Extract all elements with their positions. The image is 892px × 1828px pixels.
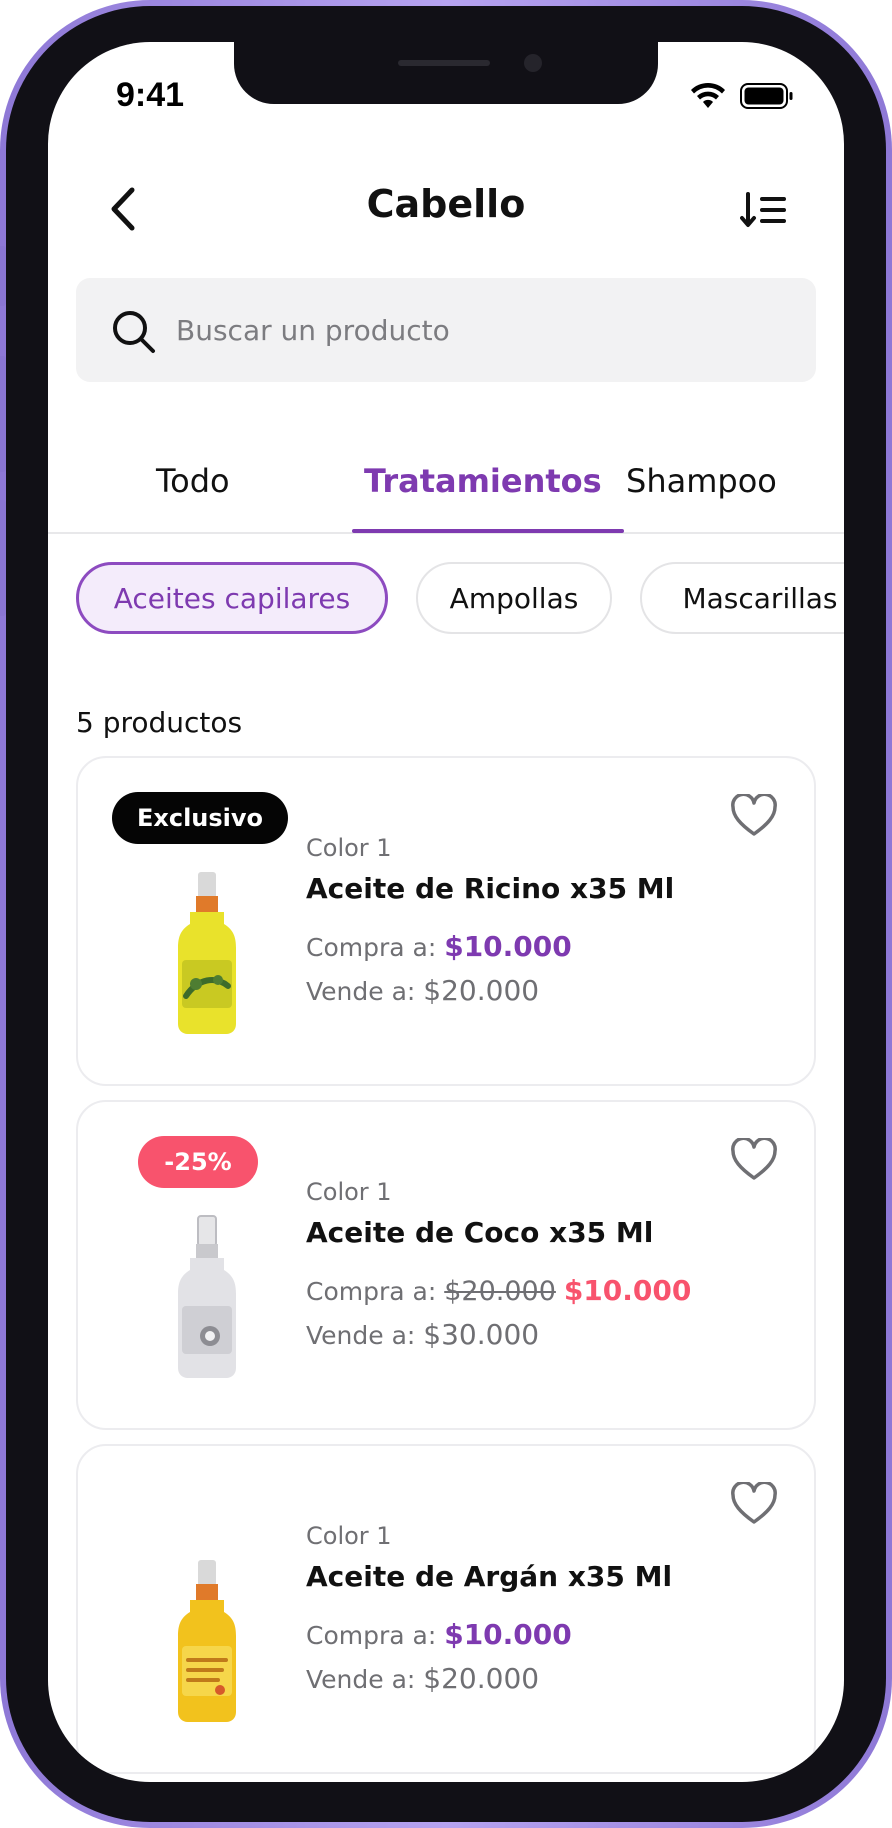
chip-ampollas[interactable]: Ampollas bbox=[416, 562, 612, 634]
battery-icon bbox=[740, 83, 793, 109]
sort-list-icon[interactable] bbox=[740, 190, 788, 230]
speaker-grille bbox=[398, 60, 490, 66]
chip-aceites-capilares[interactable]: Aceites capilares bbox=[76, 562, 388, 634]
product-image-argan bbox=[178, 1560, 236, 1722]
page-title: Cabello bbox=[366, 182, 526, 226]
phone-frame: 9:41 Cabello Buscar un producto Todo Tra… bbox=[0, 0, 892, 1828]
sale-price: $10.000 bbox=[563, 1274, 692, 1307]
sell-price: $30.000 bbox=[423, 1318, 540, 1351]
discount-badge: -25% bbox=[138, 1136, 258, 1188]
product-image-coco bbox=[178, 1215, 236, 1378]
buy-price: $10.000 bbox=[444, 1618, 572, 1651]
original-price: $20.000 bbox=[444, 1276, 556, 1307]
sell-price-row: Vende a: $30.000 bbox=[306, 1318, 539, 1351]
sell-label: Vende a: bbox=[306, 1665, 416, 1694]
heart-icon[interactable] bbox=[730, 794, 778, 838]
sell-price: $20.000 bbox=[423, 1662, 540, 1695]
notch bbox=[234, 42, 658, 104]
exclusive-badge: Exclusivo bbox=[112, 792, 288, 844]
buy-price-row: Compra a: $20.000 $10.000 bbox=[306, 1274, 691, 1307]
heart-icon[interactable] bbox=[730, 1138, 778, 1182]
buy-price-row: Compra a: $10.000 bbox=[306, 930, 572, 963]
category-tabs: Todo Tratamientos Shampoo bbox=[48, 462, 844, 534]
front-camera bbox=[524, 54, 542, 72]
status-icons bbox=[690, 82, 794, 110]
product-brand: Color 1 bbox=[306, 1178, 392, 1206]
product-brand: Color 1 bbox=[306, 834, 392, 862]
product-card[interactable]: -25% Color 1 Aceite de Coco x35 Ml Compr… bbox=[76, 1100, 816, 1430]
buy-label: Compra a: bbox=[306, 1621, 437, 1650]
heart-icon[interactable] bbox=[730, 1482, 778, 1526]
sell-price-row: Vende a: $20.000 bbox=[306, 974, 539, 1007]
product-brand: Color 1 bbox=[306, 1522, 392, 1550]
status-time: 9:41 bbox=[116, 76, 185, 114]
product-image-ricino bbox=[178, 872, 236, 1034]
product-name: Aceite de Argán x35 Ml bbox=[306, 1560, 673, 1593]
product-card[interactable]: Exclusivo Color 1 Aceite de Ricino x35 M… bbox=[76, 756, 816, 1086]
wifi-icon bbox=[691, 82, 725, 108]
active-tab-indicator bbox=[352, 529, 624, 533]
search-input[interactable] bbox=[176, 300, 776, 360]
product-name: Aceite de Coco x35 Ml bbox=[306, 1216, 654, 1249]
chip-mascarillas[interactable]: Mascarillas bbox=[640, 562, 844, 634]
phone-screen: 9:41 Cabello Buscar un producto Todo Tra… bbox=[48, 42, 844, 1782]
tab-shampoo[interactable]: Shampoo bbox=[626, 462, 777, 500]
product-count: 5 productos bbox=[76, 706, 243, 739]
buy-label: Compra a: bbox=[306, 1277, 437, 1306]
product-card[interactable]: Color 1 Aceite de Argán x35 Ml Compra a:… bbox=[76, 1444, 816, 1774]
search-bar[interactable] bbox=[76, 278, 816, 382]
buy-label: Compra a: bbox=[306, 933, 437, 962]
search-icon bbox=[113, 311, 155, 353]
tab-tratamientos[interactable]: Tratamientos bbox=[364, 462, 602, 500]
sell-price-row: Vende a: $20.000 bbox=[306, 1662, 539, 1695]
sell-label: Vende a: bbox=[306, 1321, 416, 1350]
buy-price: $10.000 bbox=[444, 930, 572, 963]
tab-todo[interactable]: Todo bbox=[156, 462, 230, 500]
sell-price: $20.000 bbox=[423, 974, 540, 1007]
buy-price-row: Compra a: $10.000 bbox=[306, 1618, 572, 1651]
product-name: Aceite de Ricino x35 Ml bbox=[306, 872, 675, 905]
sell-label: Vende a: bbox=[306, 977, 416, 1006]
